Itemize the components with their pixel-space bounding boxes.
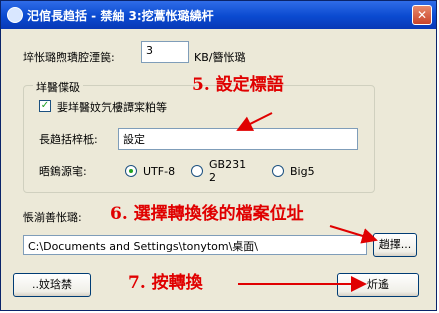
annotation-arrows bbox=[236, 112, 378, 292]
arrow-step5 bbox=[236, 112, 273, 131]
arrow-step6 bbox=[329, 225, 378, 244]
